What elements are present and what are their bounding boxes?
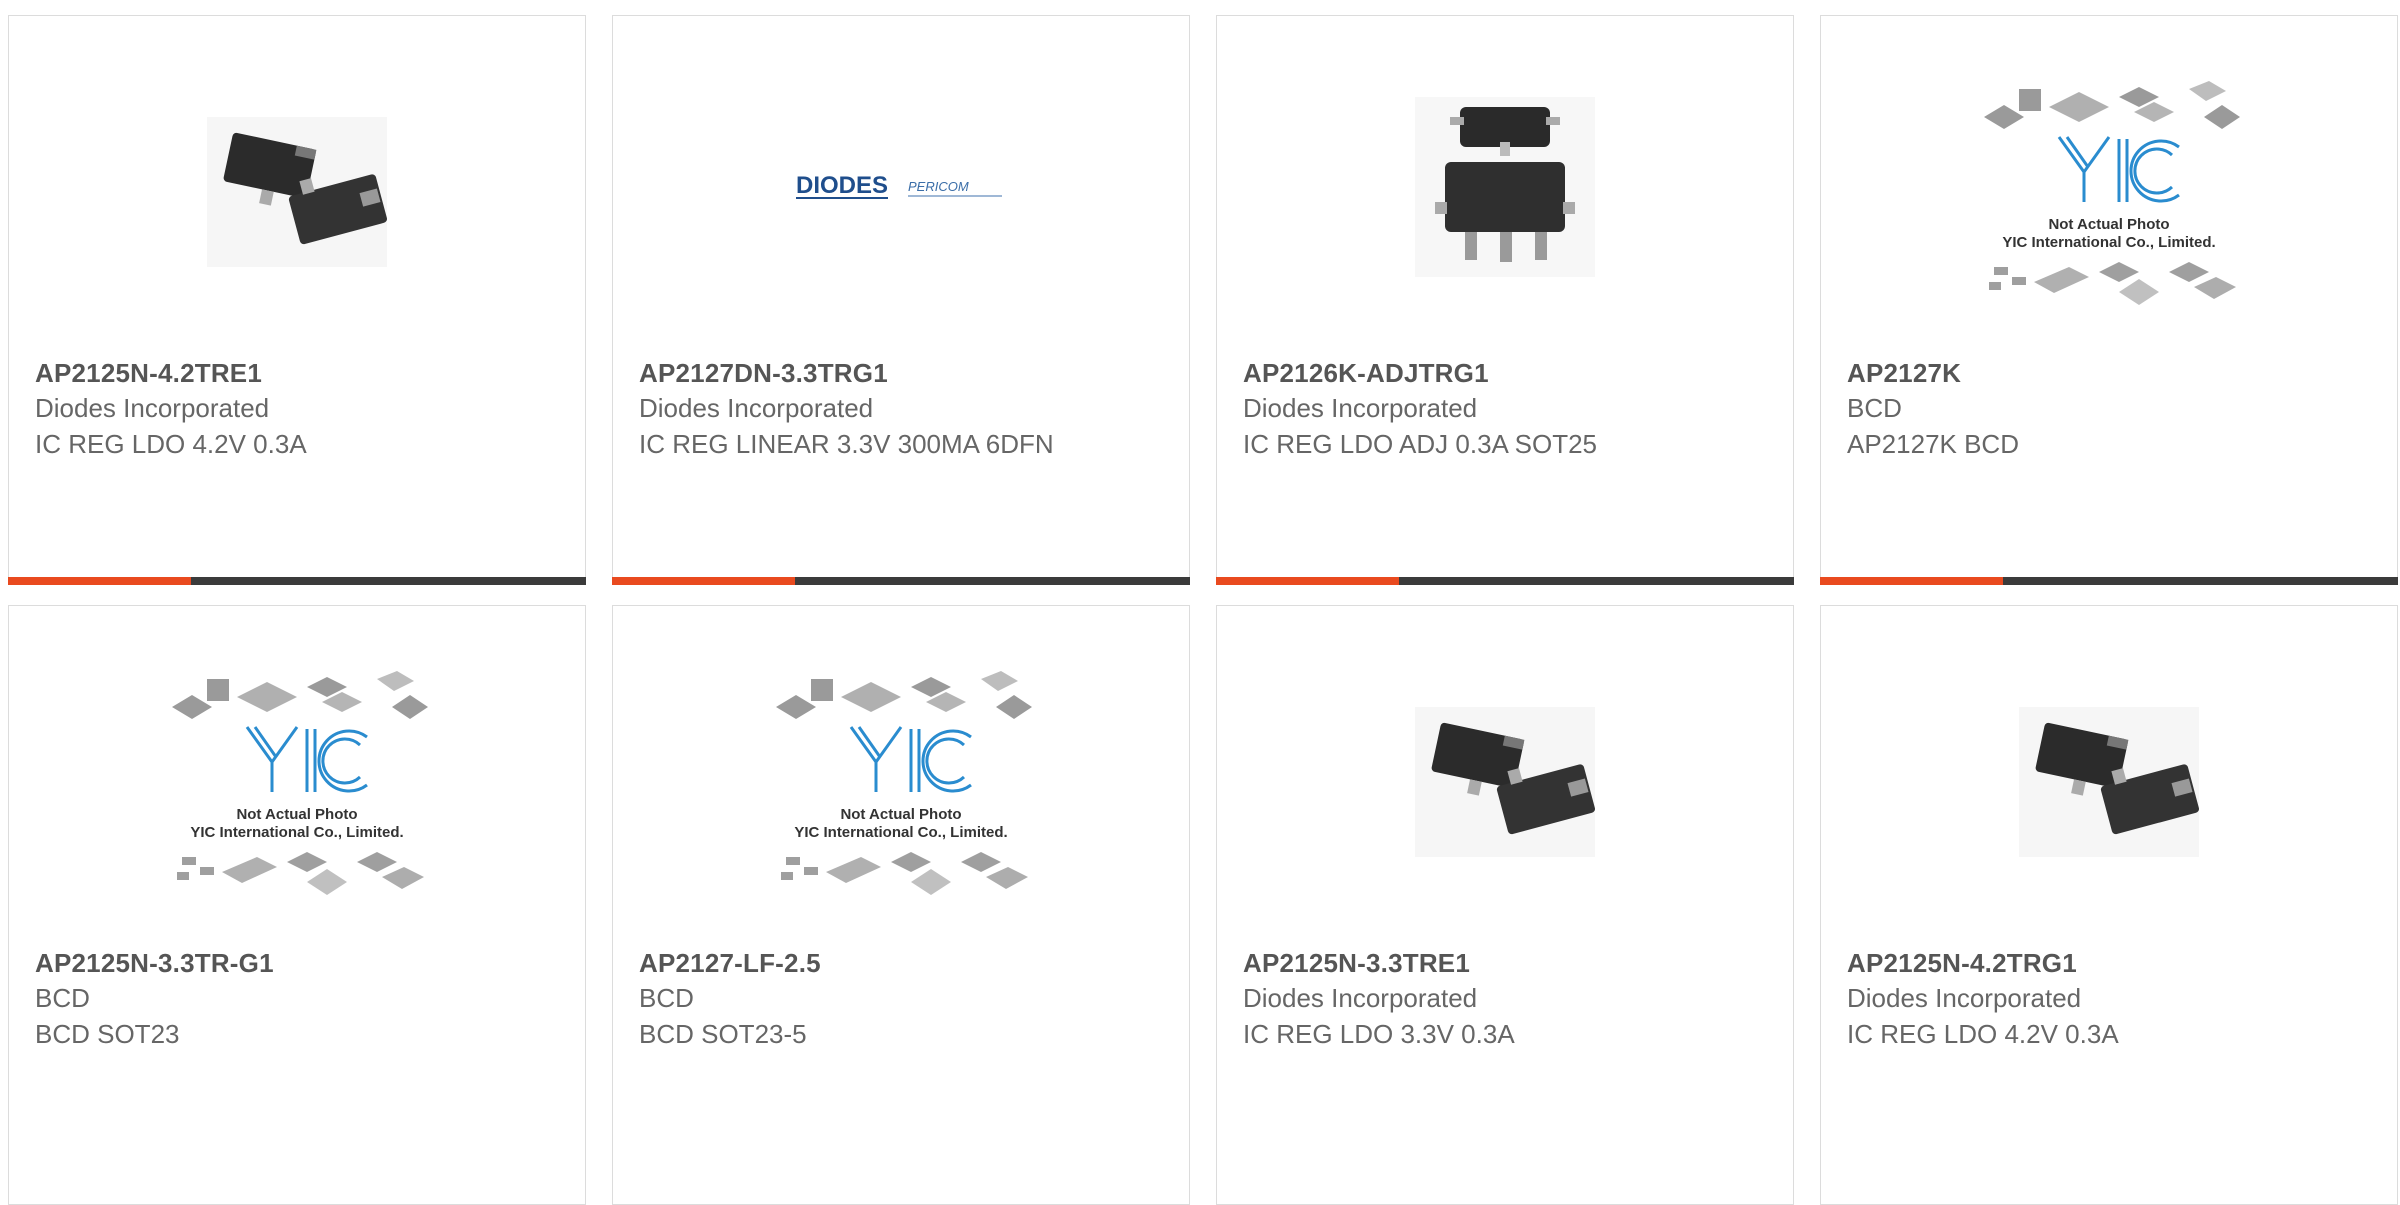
svg-text:Not Actual Photo: Not Actual Photo: [2048, 216, 2169, 233]
sot23-package-icon: [2019, 707, 2199, 857]
manufacturer: BCD: [35, 983, 90, 1013]
product-card[interactable]: AP2125N-3.3TRE1 Diodes Incorporated IC R…: [1216, 605, 1794, 1205]
product-image[interactable]: [9, 71, 585, 303]
description: IC REG LDO 4.2V 0.3A: [35, 429, 307, 459]
yic-placeholder-icon: Not Actual Photo YIC International Co., …: [172, 671, 428, 895]
product-card[interactable]: AP2125N-4.2TRG1 Diodes Incorporated IC R…: [1820, 605, 2398, 1205]
product-card[interactable]: DIODES PERICOM AP2127DN-3.3TRG1 Diodes I…: [612, 15, 1190, 585]
svg-text:Not Actual Photo: Not Actual Photo: [840, 806, 961, 823]
part-number[interactable]: AP2125N-3.3TR-G1: [35, 946, 559, 980]
description: IC REG LDO 3.3V 0.3A: [1243, 1019, 1515, 1049]
card-accent-bar: [1216, 577, 1794, 585]
manufacturer: Diodes Incorporated: [1847, 983, 2082, 1013]
diodes-logo-icon: DIODES PERICOM: [796, 172, 1002, 199]
sot25-package-icon: [1415, 97, 1595, 277]
part-number[interactable]: AP2125N-4.2TRG1: [1847, 946, 2371, 980]
product-card[interactable]: AP2126K-ADJTRG1 Diodes Incorporated IC R…: [1216, 15, 1794, 585]
card-accent-bar: [1820, 577, 2398, 585]
description: IC REG LDO ADJ 0.3A SOT25: [1243, 429, 1598, 459]
part-number[interactable]: AP2127DN-3.3TRG1: [639, 356, 1163, 390]
product-image[interactable]: DIODES PERICOM: [613, 71, 1189, 303]
manufacturer: Diodes Incorporated: [1243, 983, 1478, 1013]
yic-placeholder-icon: Not Actual Photo YIC International Co., …: [1984, 81, 2240, 305]
svg-text:DIODES: DIODES: [796, 172, 888, 199]
sot23-package-icon: [1415, 707, 1595, 857]
manufacturer: BCD: [639, 983, 694, 1013]
manufacturer: Diodes Incorporated: [1243, 393, 1478, 423]
product-image[interactable]: [1217, 71, 1793, 303]
product-card[interactable]: Not Actual Photo YIC International Co., …: [1820, 15, 2398, 585]
sot23-package-icon: [207, 117, 387, 267]
yic-placeholder-icon: Not Actual Photo YIC International Co., …: [776, 671, 1032, 895]
svg-text:Not Actual Photo: Not Actual Photo: [236, 806, 357, 823]
description: BCD SOT23-5: [639, 1019, 807, 1049]
product-card[interactable]: AP2125N-4.2TRE1 Diodes Incorporated IC R…: [8, 15, 586, 585]
product-image[interactable]: Not Actual Photo YIC International Co., …: [9, 661, 585, 895]
part-number[interactable]: AP2127K: [1847, 356, 2371, 390]
svg-text:PERICOM: PERICOM: [908, 179, 969, 194]
card-accent-bar: [8, 577, 586, 585]
description: BCD SOT23: [35, 1019, 180, 1049]
manufacturer: Diodes Incorporated: [639, 393, 874, 423]
card-accent-bar: [612, 577, 1190, 585]
product-card[interactable]: Not Actual Photo YIC International Co., …: [8, 605, 586, 1205]
manufacturer: Diodes Incorporated: [35, 393, 270, 423]
product-image[interactable]: Not Actual Photo YIC International Co., …: [1821, 71, 2397, 305]
part-number[interactable]: AP2126K-ADJTRG1: [1243, 356, 1767, 390]
part-number[interactable]: AP2125N-3.3TRE1: [1243, 946, 1767, 980]
product-image[interactable]: [1217, 661, 1793, 893]
description: IC REG LINEAR 3.3V 300MA 6DFN: [639, 429, 1054, 459]
description: IC REG LDO 4.2V 0.3A: [1847, 1019, 2119, 1049]
manufacturer: BCD: [1847, 393, 1902, 423]
part-number[interactable]: AP2125N-4.2TRE1: [35, 356, 559, 390]
svg-text:YIC International Co., Limited: YIC International Co., Limited.: [2002, 234, 2215, 251]
product-image[interactable]: Not Actual Photo YIC International Co., …: [613, 661, 1189, 895]
part-number[interactable]: AP2127-LF-2.5: [639, 946, 1163, 980]
description: AP2127K BCD: [1847, 429, 2019, 459]
product-image[interactable]: [1821, 661, 2397, 893]
product-grid: AP2125N-4.2TRE1 Diodes Incorporated IC R…: [8, 15, 2400, 1205]
product-card[interactable]: Not Actual Photo YIC International Co., …: [612, 605, 1190, 1205]
svg-text:YIC International Co., Limited: YIC International Co., Limited.: [794, 824, 1007, 841]
svg-text:YIC International Co., Limited: YIC International Co., Limited.: [190, 824, 403, 841]
